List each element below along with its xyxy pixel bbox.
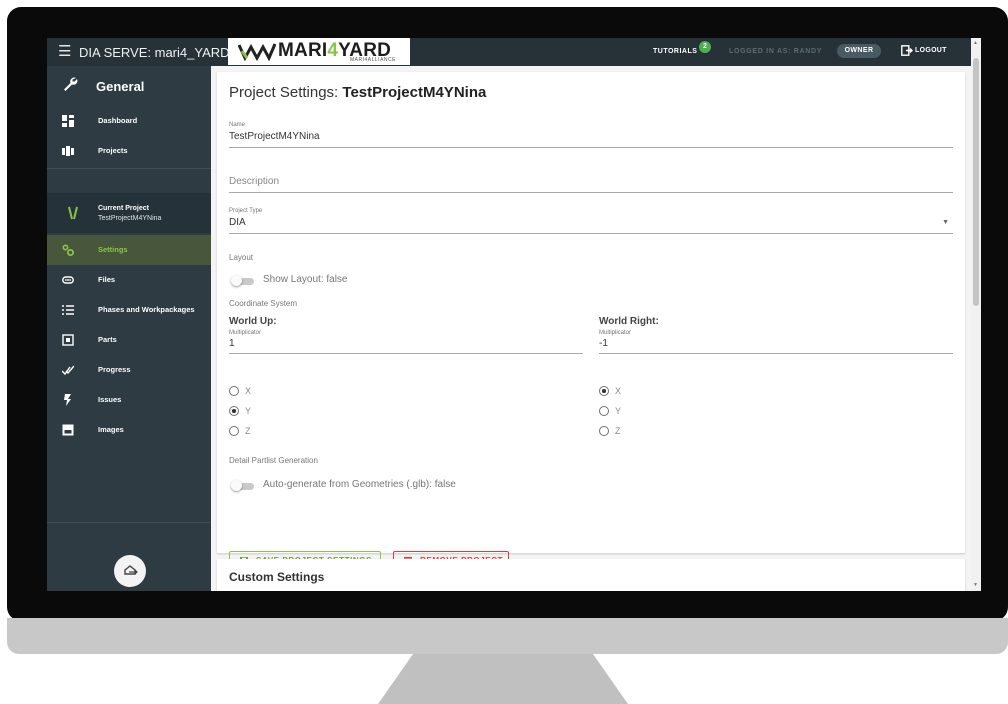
sidebar-item-phases[interactable]: Phases and Workpackages [47,295,211,325]
partlist-section-label: Detail Partlist Generation [229,456,318,465]
sidebar: General Dashboard Projects Current Proje… [47,66,211,591]
brand-logo: MARI4YARD MARI4ALLIANCE [228,38,410,65]
top-app-bar: ☰ DIA SERVE: mari4_YARD MARI4YARD MARI4A… [47,38,971,66]
monitor-stand [378,654,628,704]
logout-icon [901,44,913,56]
name-field[interactable]: Name TestProjectM4YNina [229,122,953,148]
page-title: Project Settings: TestProjectM4YNina [229,84,487,101]
scroll-thumb[interactable] [973,58,979,306]
projects-icon [62,146,74,156]
scroll-up-arrow-icon[interactable]: ▲ [973,40,978,46]
image-icon [62,424,74,436]
logo-subtitle: MARI4ALLIANCE [350,57,396,63]
sidebar-item-projects[interactable]: Projects [47,136,211,166]
dropdown-arrow-icon: ▼ [942,219,949,226]
world-right-radio-x[interactable] [599,386,609,396]
screen: ☰ DIA SERVE: mari4_YARD MARI4YARD MARI4A… [47,38,981,591]
world-up-multiplicator-field[interactable]: Multiplicator 1 [229,330,583,354]
hamburger-menu-icon[interactable]: ☰ [58,44,71,60]
sidebar-item-progress[interactable]: Progress [47,355,211,385]
main-content: Project Settings: TestProjectM4YNina Nam… [211,66,971,591]
sidebar-header: General [47,66,211,104]
role-chip: OWNER [837,44,881,58]
monitor-chin [7,618,1008,654]
sidebar-item-images[interactable]: Images [47,415,211,445]
project-type-select[interactable]: Project Type DIA ▼ [229,208,953,234]
page-scrollbar[interactable]: ▲ ▼ [971,38,981,591]
logo-mark-icon [238,43,276,61]
sidebar-export-button[interactable] [114,555,146,587]
paperclip-icon [62,276,74,284]
custom-settings-card: Custom Settings [217,559,965,591]
world-right-radio-y[interactable] [599,406,609,416]
world-up-radio-x[interactable] [229,386,239,396]
world-right-multiplicator-field[interactable]: Multiplicator -1 [599,330,953,354]
check-icon [62,365,74,376]
show-layout-label: Show Layout: false [263,274,348,285]
gears-icon [62,244,74,256]
sidebar-item-dashboard[interactable]: Dashboard [47,106,211,136]
world-up-radio-z[interactable] [229,426,239,436]
wrench-icon [64,77,78,91]
sidebar-divider [47,168,211,169]
export-icon [124,565,138,575]
coordinate-section-label: Coordinate System [229,299,298,308]
sidebar-header-label: General [96,79,145,94]
logout-button[interactable]: LOGOUT [901,44,947,58]
app-title: DIA SERVE: mari4_YARD [79,45,230,60]
sidebar-divider [47,522,211,523]
project-logo-icon [68,206,78,220]
world-right-radio-z[interactable] [599,426,609,436]
dashboard-icon [62,115,74,127]
tutorials-count-badge: 2 [699,41,711,53]
flash-icon [64,394,71,406]
world-right-title: World Right: [599,316,659,327]
autogenerate-label: Auto-generate from Geometries (.glb): fa… [263,479,456,490]
world-up-title: World Up: [229,316,277,327]
layout-section-label: Layout [229,253,254,262]
world-up-radio-y[interactable] [229,406,239,416]
autogenerate-toggle[interactable] [231,480,255,491]
project-settings-card: Project Settings: TestProjectM4YNina Nam… [217,72,965,571]
description-field[interactable]: Description [229,172,953,194]
logged-in-text: LOGGED IN AS: RANDY [729,48,823,55]
tutorials-button[interactable]: TUTORIALS [653,48,697,55]
custom-settings-title: Custom Settings [229,570,325,584]
sidebar-item-settings[interactable]: Settings [47,235,211,265]
scroll-down-arrow-icon[interactable]: ▼ [973,582,978,588]
sidebar-item-issues[interactable]: Issues [47,385,211,415]
sidebar-current-project[interactable]: Current Project TestProjectM4YNina [47,193,211,233]
sidebar-item-files[interactable]: Files [47,265,211,295]
sidebar-item-parts[interactable]: Parts [47,325,211,355]
list-icon [62,305,74,315]
parts-icon [62,334,74,346]
show-layout-toggle[interactable] [231,275,255,286]
